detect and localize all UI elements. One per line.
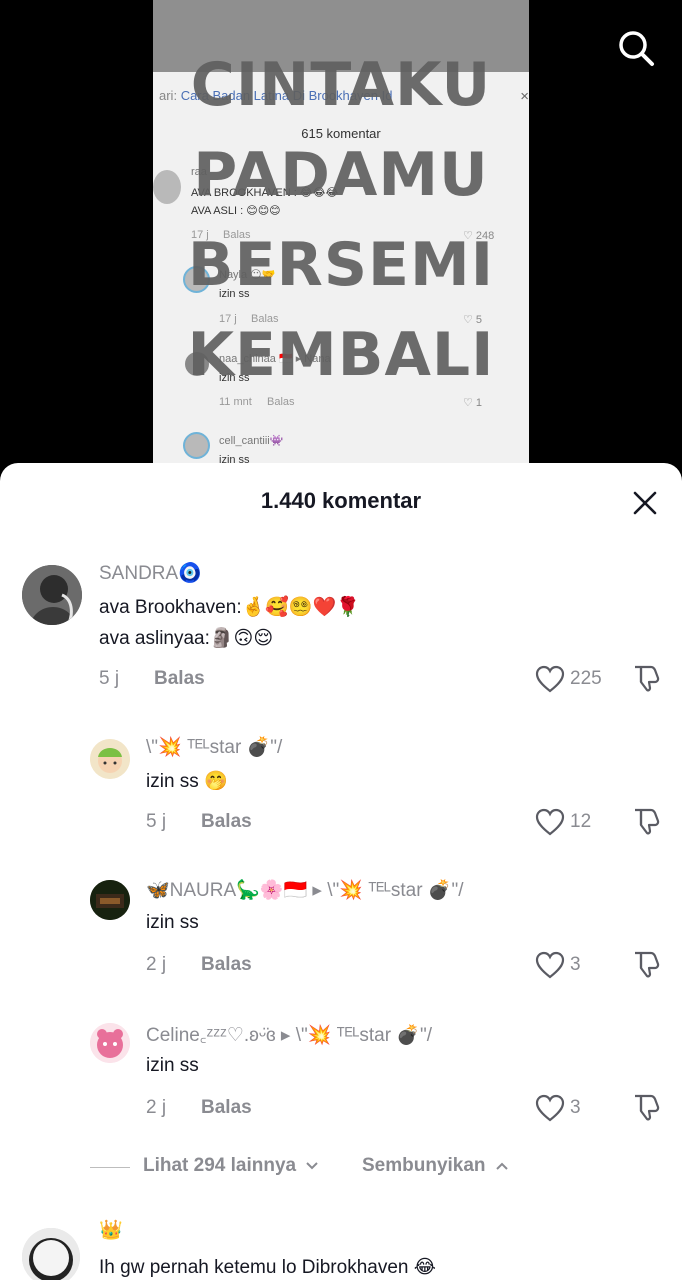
comments-sheet: 1.440 komentar SANDRA🧿 ava Brookhaven:🤞🥰… bbox=[0, 463, 682, 1280]
embedded-username: cell_cantiii👾 bbox=[219, 435, 284, 447]
comment-text: ava Brookhaven:🤞🥰😵‍💫❤️🌹 bbox=[99, 597, 360, 618]
view-more-label: Lihat 294 lainnya bbox=[143, 1155, 297, 1176]
reply-username[interactable]: Celine꜀ᶻᶻᶻ♡.ʚᵕ̈ɞ ▸ \"💥 ᵀᴱᴸstar 💣"/ bbox=[146, 1021, 432, 1047]
caption-line: PADAMU bbox=[193, 140, 489, 210]
video-caption-overlay: CINTAKU PADAMU BERSEMI KEMBALI bbox=[153, 40, 529, 400]
like-count: 3 bbox=[570, 1097, 581, 1118]
reply-item: Celine꜀ᶻᶻᶻ♡.ʚᵕ̈ɞ ▸ \"💥 ᵀᴱᴸstar 💣"/ izin … bbox=[0, 1019, 682, 1129]
reply-button[interactable]: Balas bbox=[201, 954, 252, 976]
comment-username[interactable]: SANDRA🧿 bbox=[99, 561, 202, 585]
heart-icon[interactable] bbox=[535, 808, 565, 836]
hide-label: Sembunyikan bbox=[362, 1155, 486, 1176]
reply-item: 🦋NAURA🦕🌸🇮🇩 ▸ \"💥 ᵀᴱᴸstar 💣"/ izin ss 2 j… bbox=[0, 876, 682, 986]
comment-text: Ih gw pernah ketemu lo Dibrokhaven 😂 bbox=[99, 1257, 436, 1278]
chevron-up-icon bbox=[491, 1155, 509, 1176]
reply-time: 2 j bbox=[146, 1097, 167, 1118]
view-more-replies-button[interactable]: Lihat 294 lainnya bbox=[143, 1155, 319, 1177]
reply-button[interactable]: Balas bbox=[154, 668, 205, 690]
comment-time: 5 j bbox=[99, 668, 120, 689]
comment-item: 👑 Ih gw pernah ketemu lo Dibrokhaven 😂 bbox=[0, 1218, 682, 1280]
dislike-icon[interactable] bbox=[631, 1092, 661, 1122]
search-icon[interactable] bbox=[616, 28, 656, 68]
reply-username[interactable]: \"💥 ᵀᴱᴸstar 💣"/ bbox=[146, 735, 282, 759]
avatar[interactable] bbox=[90, 739, 130, 779]
heart-icon[interactable] bbox=[535, 951, 565, 979]
comment-item: SANDRA🧿 ava Brookhaven:🤞🥰😵‍💫❤️🌹 ava asli… bbox=[0, 558, 682, 698]
reply-text: izin ss bbox=[146, 912, 199, 933]
comments-count-title: 1.440 komentar bbox=[260, 488, 422, 513]
reply-username[interactable]: 🦋NAURA🦕🌸🇮🇩 ▸ \"💥 ᵀᴱᴸstar 💣"/ bbox=[146, 878, 464, 902]
video-player[interactable]: ari: Cara Badan Latina Di Brookhaven Id … bbox=[0, 0, 682, 480]
reply-item: \"💥 ᵀᴱᴸstar 💣"/ izin ss 🤭 5 j Balas 12 bbox=[0, 733, 682, 843]
like-count: 12 bbox=[570, 811, 592, 832]
caption-line: BERSEMI bbox=[187, 230, 495, 300]
reply-button[interactable]: Balas bbox=[201, 811, 252, 833]
avatar[interactable] bbox=[22, 1228, 80, 1280]
avatar[interactable] bbox=[90, 880, 130, 920]
caption-line: KEMBALI bbox=[187, 320, 495, 390]
replies-controls: Lihat 294 lainnya Sembunyikan bbox=[0, 1153, 682, 1183]
heart-icon[interactable] bbox=[535, 1094, 565, 1122]
like-count: 225 bbox=[570, 668, 602, 689]
reply-text: izin ss bbox=[146, 1055, 199, 1076]
dislike-icon[interactable] bbox=[631, 949, 661, 979]
divider bbox=[90, 1167, 130, 1168]
caption-line: CINTAKU bbox=[190, 50, 492, 120]
avatar[interactable] bbox=[22, 565, 82, 625]
dislike-icon[interactable] bbox=[631, 663, 661, 693]
reply-text: izin ss 🤭 bbox=[146, 771, 228, 792]
comment-text: ava aslinyaa:🗿🙃😌 bbox=[99, 628, 274, 649]
avatar[interactable] bbox=[90, 1023, 130, 1063]
hide-replies-button[interactable]: Sembunyikan bbox=[362, 1155, 509, 1177]
chevron-down-icon bbox=[301, 1155, 319, 1176]
heart-icon[interactable] bbox=[535, 665, 565, 693]
reply-time: 2 j bbox=[146, 954, 167, 975]
close-icon[interactable] bbox=[631, 489, 659, 517]
like-count: 3 bbox=[570, 954, 581, 975]
reply-time: 5 j bbox=[146, 811, 167, 832]
reply-button[interactable]: Balas bbox=[201, 1097, 252, 1119]
dislike-icon[interactable] bbox=[631, 806, 661, 836]
comment-username[interactable]: 👑 bbox=[99, 1218, 123, 1242]
avatar bbox=[183, 432, 210, 459]
